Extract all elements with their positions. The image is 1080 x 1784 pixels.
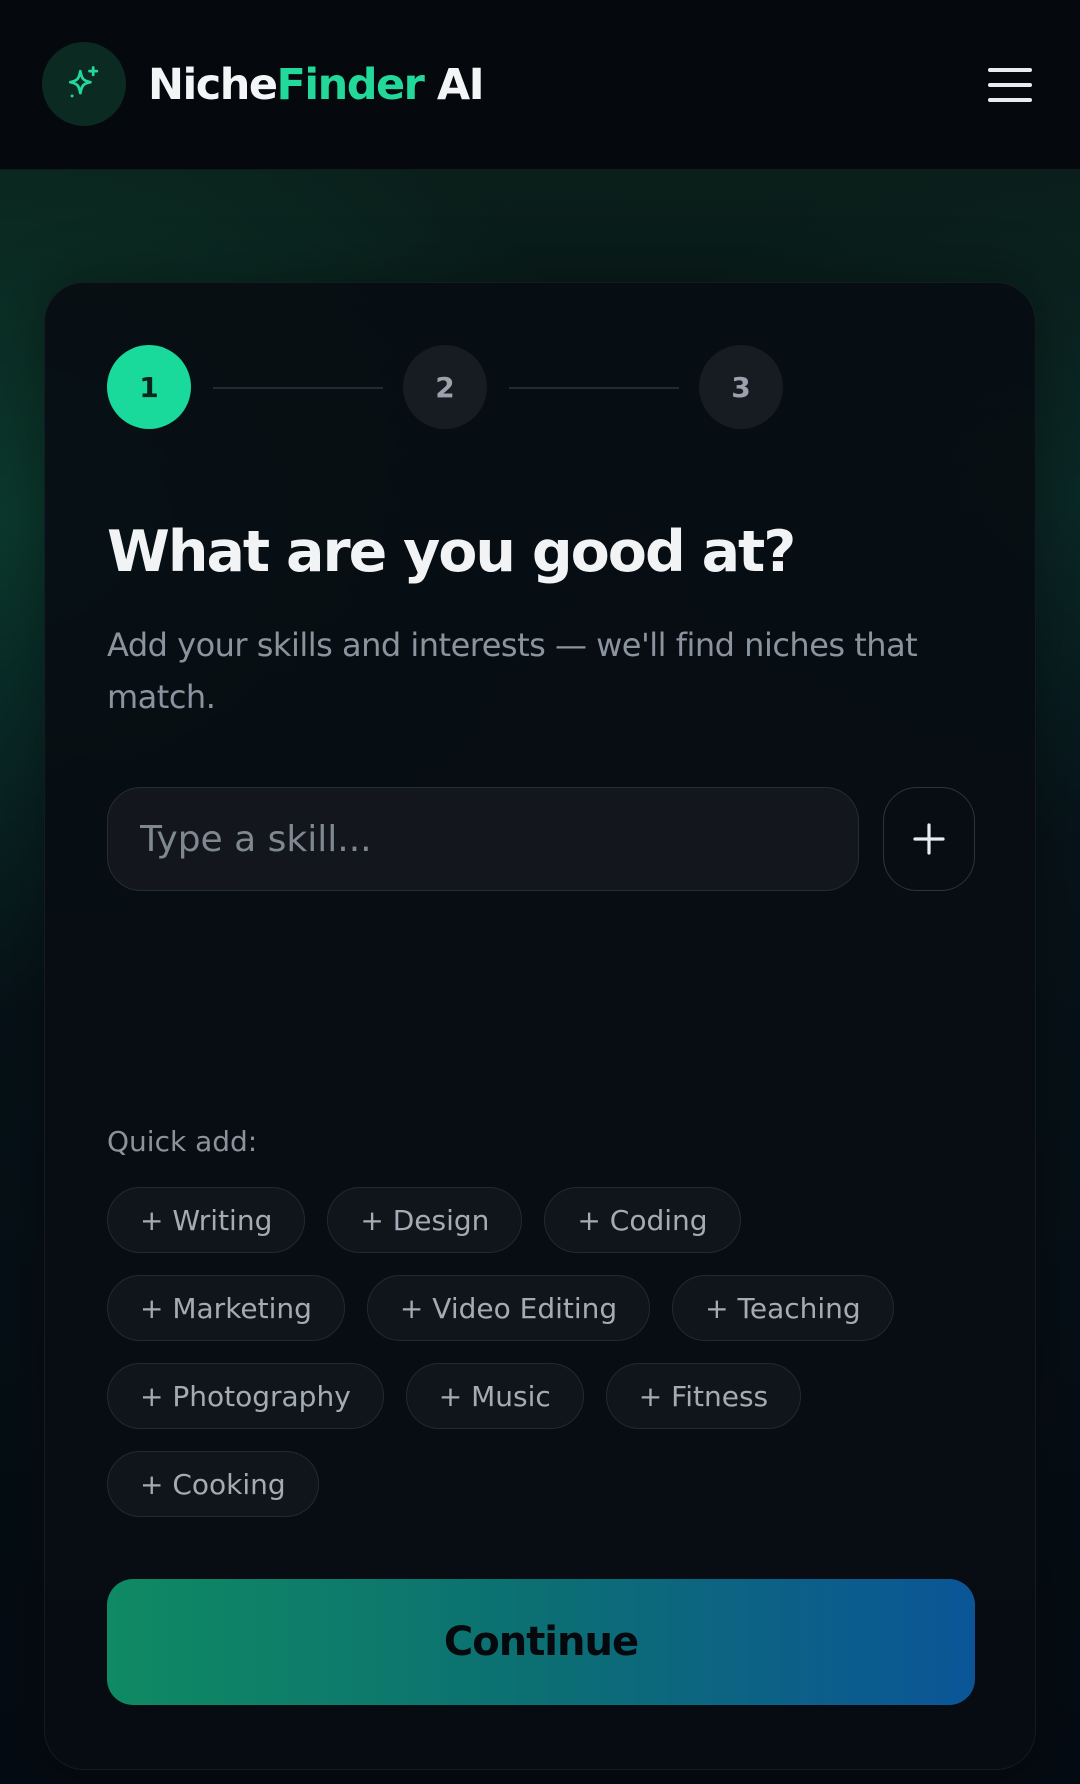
step-connector-2 <box>509 387 679 389</box>
quick-add-chip-writing[interactable]: + Writing <box>107 1187 306 1253</box>
step-1-indicator: 1 <box>107 345 191 429</box>
quick-add-chip-coding[interactable]: + Coding <box>544 1187 741 1253</box>
page-title: What are you good at? <box>107 519 796 585</box>
quick-add-chip-music[interactable]: + Music <box>405 1363 584 1429</box>
quick-add-chips: + Writing + Design + Coding + Marketing … <box>107 1187 937 1517</box>
skill-input[interactable] <box>107 787 859 891</box>
hamburger-menu-icon-bar <box>988 83 1032 87</box>
quick-add-label: Quick add: <box>107 1125 258 1158</box>
add-skill-button[interactable] <box>883 787 975 891</box>
plus-icon <box>913 823 945 855</box>
quick-add-chip-teaching[interactable]: + Teaching <box>672 1275 894 1341</box>
logo-badge <box>42 42 126 126</box>
step-2-indicator: 2 <box>403 345 487 429</box>
hamburger-menu-icon-bar <box>988 98 1032 102</box>
sparkles-icon <box>68 66 99 98</box>
continue-button[interactable]: Continue <box>107 1579 975 1705</box>
quick-add-chip-photography[interactable]: + Photography <box>107 1363 384 1429</box>
quick-add-chip-design[interactable]: + Design <box>327 1187 523 1253</box>
quick-add-chip-fitness[interactable]: + Fitness <box>605 1363 802 1429</box>
step-3-indicator: 3 <box>699 345 783 429</box>
quick-add-chip-video-editing[interactable]: + Video Editing <box>366 1275 651 1341</box>
menu-button[interactable] <box>984 62 1036 108</box>
step-connector-1 <box>213 387 383 389</box>
quick-add-chip-cooking[interactable]: + Cooking <box>107 1451 319 1517</box>
brand-name-accent: Finder <box>276 60 425 110</box>
brand-name: NicheFinder AI <box>148 56 485 114</box>
hamburger-menu-icon-bar <box>988 68 1032 72</box>
brand-name-part1: Niche <box>148 60 278 110</box>
brand-name-suffix: AI <box>423 60 485 110</box>
quick-add-chip-marketing[interactable]: + Marketing <box>107 1275 345 1341</box>
app-root: NicheFinder AI 1 2 3 What are you good a… <box>0 0 1080 1784</box>
page-subtitle: Add your skills and interests — we'll fi… <box>107 626 918 716</box>
top-header: NicheFinder AI <box>0 0 1080 170</box>
onboarding-card: 1 2 3 What are you good at? Add your ski… <box>44 282 1036 1770</box>
